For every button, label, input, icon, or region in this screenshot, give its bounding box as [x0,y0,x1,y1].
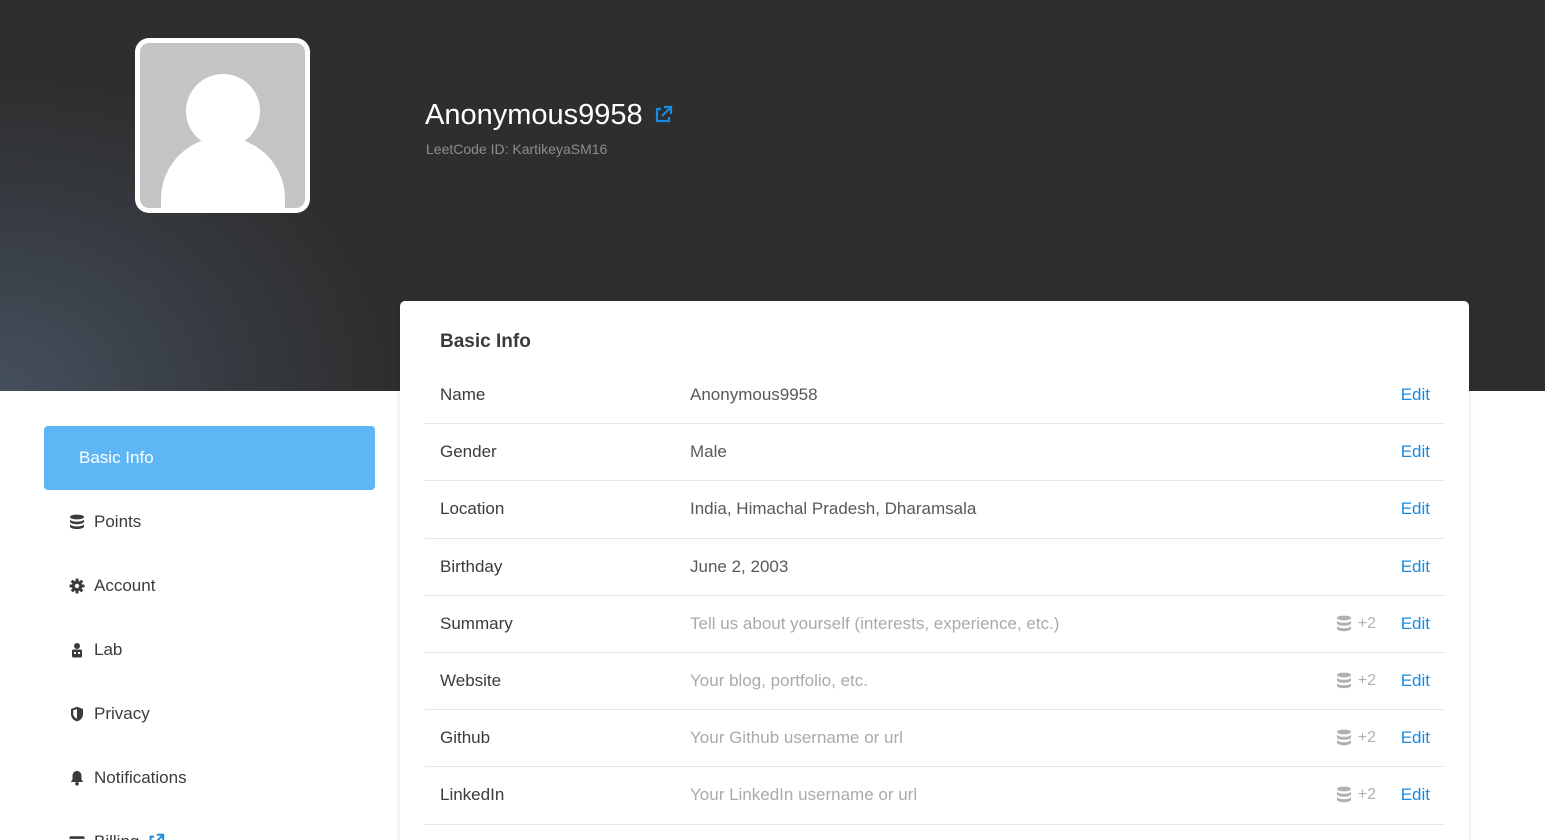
info-row-website: Website Your blog, portfolio, etc. +2 Edit [425,653,1444,711]
edit-button[interactable]: Edit [1401,785,1430,805]
sidebar-item-billing[interactable]: Billing [44,810,375,840]
sidebar-item-notifications[interactable]: Notifications [44,746,375,810]
shield-icon [69,706,85,722]
points-reward: +2 [1336,786,1376,804]
edit-button[interactable]: Edit [1401,499,1430,519]
field-placeholder: Your Github username or url [690,728,903,748]
avatar-placeholder-icon [140,43,305,208]
field-value: India, Himachal Pradesh, Dharamsala [690,499,977,519]
username-row: Anonymous9958 [425,97,673,133]
section-title: Basic Info [440,331,531,352]
field-placeholder: Tell us about yourself (interests, exper… [690,613,1060,633]
sidebar-item-label: Notifications [94,768,187,787]
field-label: Name [440,385,486,405]
leetcode-id: LeetCode ID: KartikeyaSM16 [426,141,608,157]
field-label: LinkedIn [440,785,505,805]
external-link-icon[interactable] [653,105,673,125]
edit-button[interactable]: Edit [1401,671,1430,691]
edit-button[interactable]: Edit [1401,442,1430,462]
sidebar-item-label: Account [94,576,156,595]
sidebar-item-label: Privacy [94,704,150,723]
sidebar-item-account[interactable]: Account [44,554,375,618]
field-label: Website [440,671,502,691]
sidebar-item-lab[interactable]: Lab [44,618,375,682]
sidebar-item-label: Basic Info [79,448,154,467]
field-placeholder: Your blog, portfolio, etc. [690,671,868,691]
info-row-linkedin: LinkedIn Your LinkedIn username or url +2 E… [425,767,1444,825]
database-icon [1336,615,1358,633]
info-row-summary: Summary Tell us about yourself (interests… [425,596,1444,653]
field-placeholder: Your LinkedIn username or url [690,785,918,805]
gear-icon [69,578,85,594]
sidebar-item-basic-info[interactable]: Basic Info [44,426,375,490]
points-value: +2 [1357,786,1376,804]
field-label: Birthday [440,556,503,576]
field-label: Github [440,728,491,748]
sidebar-item-label: Billing [94,832,139,840]
edit-button[interactable]: Edit [1401,614,1430,634]
database-icon [69,514,85,530]
sidebar-item-label: Points [94,512,142,531]
credit-card-icon [69,834,85,840]
sidebar-item-points[interactable]: Points [44,490,375,554]
basic-info-card: Basic Info Name Anonymous9958 Edit Gender Ma… [400,301,1469,840]
info-row-gender: Gender Male Edit [425,424,1444,482]
points-value: +2 [1357,729,1376,747]
edit-button[interactable]: Edit [1401,385,1430,405]
info-row-birthday: Birthday June 2, 2003 Edit [425,539,1444,596]
avatar[interactable] [135,38,310,213]
points-reward: +2 [1336,729,1376,747]
field-value: Male [690,442,727,462]
edit-button[interactable]: Edit [1401,557,1430,577]
external-link-icon [147,833,165,840]
database-icon [1336,729,1358,747]
points-value: +2 [1357,672,1376,690]
info-row-github: Github Your Github username or url +2 Edit [425,710,1444,768]
field-value: Anonymous9958 [690,385,818,405]
points-reward: +2 [1336,672,1376,690]
info-row-location: Location India, Himachal Pradesh, Dharams… [425,481,1444,539]
basic-info-list: Name Anonymous9958 Edit Gender Male Edit Locat… [425,367,1444,825]
points-reward: +2 [1336,615,1376,633]
field-label: Location [440,499,505,519]
field-label: Summary [440,613,513,633]
sidebar-item-privacy[interactable]: Privacy [44,682,375,746]
info-row-name: Name Anonymous9958 Edit [425,367,1444,425]
database-icon [1336,786,1358,804]
bell-icon [69,770,85,786]
sidebar-item-label: Lab [94,640,123,659]
field-label: Gender [440,442,497,462]
field-value: June 2, 2003 [690,556,789,576]
lab-icon [69,642,85,658]
settings-sidebar: Basic Info Points Account Lab Privacy No… [44,426,375,840]
points-value: +2 [1357,614,1376,632]
username: Anonymous9958 [425,99,643,131]
edit-button[interactable]: Edit [1401,728,1430,748]
database-icon [1336,672,1358,690]
